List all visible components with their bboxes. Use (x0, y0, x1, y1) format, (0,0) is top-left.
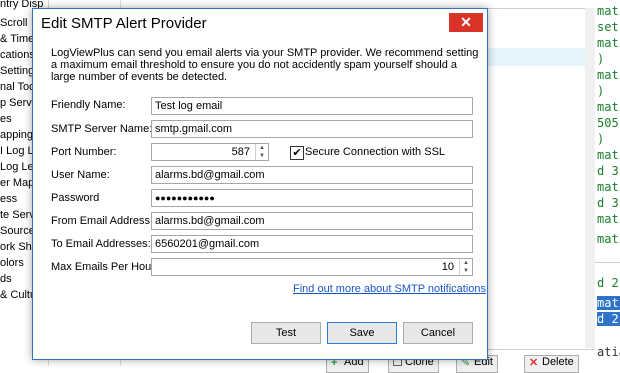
log-preview-line: mati (597, 180, 620, 194)
close-button[interactable]: ✕ (449, 13, 483, 32)
dialog-titlebar[interactable]: Edit SMTP Alert Provider ✕ (33, 9, 487, 37)
ssl-checkbox-label: Secure Connection with SSL (305, 146, 446, 158)
save-button[interactable]: Save (327, 322, 397, 344)
log-preview-line: mati (597, 296, 620, 310)
log-preview-line: mati (597, 212, 620, 226)
log-preview-line: ) (597, 132, 605, 146)
log-preview-line: set to (597, 20, 620, 34)
log-preview-line: 505] (597, 116, 620, 130)
log-preview-line: mati (597, 4, 620, 18)
log-preview-line: ) (597, 84, 605, 98)
from-email-label: From Email Address: (51, 215, 154, 227)
log-preview-line: d 2) (597, 276, 620, 290)
delete-icon: ✕ (529, 357, 539, 369)
ssl-checkbox[interactable]: ✔ (290, 146, 304, 160)
port-number-stepper[interactable]: 587 ▲ ▼ (151, 143, 269, 161)
log-preview-line: mati (597, 68, 620, 82)
user-name-label: User Name: (51, 169, 110, 181)
password-label: Password (51, 192, 100, 204)
max-emails-stepper[interactable]: 10 ▲ ▼ (151, 258, 473, 276)
smtp-server-input[interactable]: smtp.gmail.com (151, 120, 473, 138)
checkmark-icon: ✔ (292, 147, 302, 159)
cancel-button[interactable]: Cancel (403, 322, 473, 344)
port-label: Port Number: (51, 146, 117, 158)
close-icon: ✕ (460, 14, 472, 30)
friendly-name-label: Friendly Name: (51, 99, 126, 111)
smtp-help-link[interactable]: Find out more about SMTP notifications (293, 283, 486, 295)
delete-button-label: Delete (542, 356, 574, 368)
log-preview-line: d 3) (597, 196, 620, 210)
grid-scrollbar[interactable] (585, 8, 595, 348)
delete-button[interactable]: ✕ Delete (524, 355, 579, 373)
friendly-name-input[interactable]: Test log email (151, 97, 473, 115)
from-email-input[interactable]: alarms.bd@gmail.com (151, 212, 473, 230)
provider-grid-selected-row[interactable] (471, 48, 595, 66)
to-email-input[interactable]: 6560201@gmail.com (151, 235, 473, 253)
test-button[interactable]: Test (251, 322, 321, 344)
port-spin-buttons[interactable]: ▲ ▼ (255, 144, 268, 160)
log-preview-line: d 3) (597, 164, 620, 178)
smtp-server-label: SMTP Server Name: (51, 123, 153, 135)
log-preview-line: mati (597, 148, 620, 162)
divider (595, 262, 620, 263)
log-preview-line: ) (597, 52, 605, 66)
dialog-title: Edit SMTP Alert Provider (41, 15, 207, 32)
user-name-input[interactable]: alarms.bd@gmail.com (151, 166, 473, 184)
edit-smtp-dialog: Edit SMTP Alert Provider ✕ LogViewPlus c… (32, 8, 488, 360)
max-emails-spin-buttons[interactable]: ▲ ▼ (459, 259, 472, 275)
to-email-label: To Email Addresses: (51, 238, 151, 250)
port-number-value: 587 (231, 146, 250, 158)
log-preview-line: mati (597, 36, 620, 50)
preview-status-text: atia (597, 345, 620, 359)
password-input[interactable]: ●●●●●●●●●●● (151, 189, 473, 207)
log-preview-line: mati (597, 100, 620, 114)
max-emails-label: Max Emails Per Hour: (51, 261, 158, 273)
dialog-description: LogViewPlus can send you email alerts vi… (51, 47, 479, 83)
log-preview-line: mati (597, 232, 620, 246)
max-emails-value: 10 (441, 261, 454, 273)
log-preview-line: d 2) (597, 312, 620, 326)
